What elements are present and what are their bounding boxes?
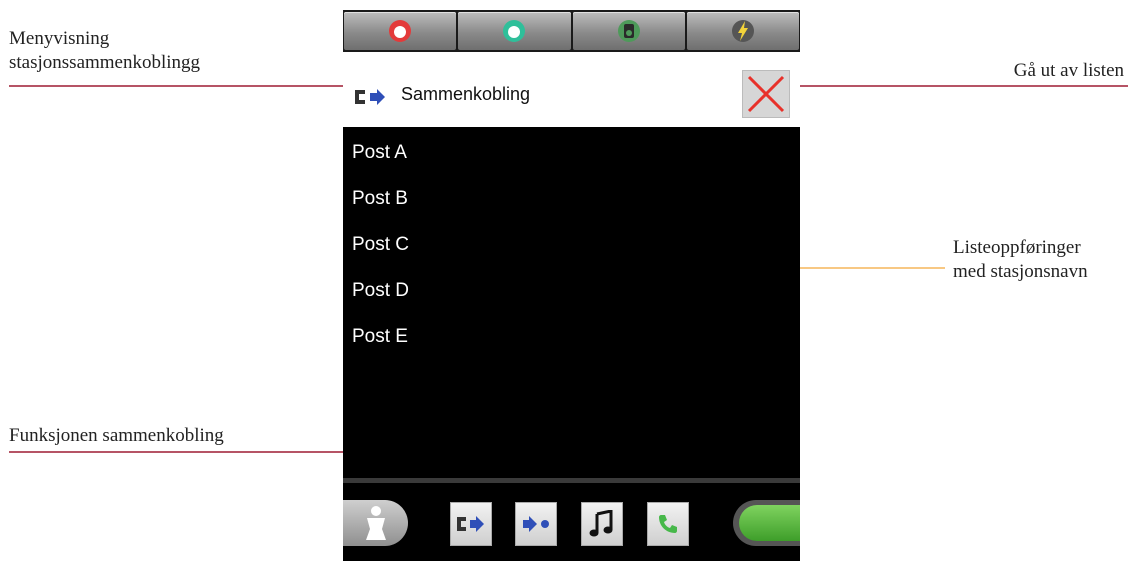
phone-icon bbox=[659, 515, 677, 533]
list-item[interactable]: Post E bbox=[343, 311, 800, 357]
close-icon bbox=[747, 75, 785, 113]
list-item[interactable]: Post A bbox=[343, 127, 800, 173]
menu-title: Sammenkobling bbox=[401, 84, 531, 104]
connect-icon bbox=[457, 516, 484, 532]
red-alarm-icon bbox=[389, 20, 412, 42]
bottom-toolbar bbox=[343, 483, 800, 561]
music-button[interactable] bbox=[581, 502, 623, 546]
tab-alarm[interactable] bbox=[344, 12, 457, 50]
list-item[interactable]: Post D bbox=[343, 265, 800, 311]
connect-icon bbox=[355, 89, 385, 105]
station-list: Post A Post B Post C Post D Post E bbox=[343, 127, 800, 357]
lightning-icon bbox=[731, 20, 754, 42]
top-tab-bar bbox=[343, 10, 800, 52]
green-status-icon bbox=[503, 20, 526, 42]
device-screen: Sammenkobling Post A Post B Post C Post … bbox=[343, 10, 800, 561]
close-button[interactable] bbox=[742, 70, 790, 118]
tab-status[interactable] bbox=[458, 12, 571, 50]
music-note-icon bbox=[589, 510, 613, 537]
green-status-pill[interactable] bbox=[733, 500, 800, 546]
menu-header: Sammenkobling bbox=[343, 52, 800, 127]
tab-speaker[interactable] bbox=[572, 12, 685, 50]
list-item[interactable]: Post C bbox=[343, 219, 800, 265]
tab-power[interactable] bbox=[686, 12, 799, 50]
speaker-icon bbox=[617, 20, 640, 42]
person-icon bbox=[366, 506, 386, 540]
connect-function-button[interactable] bbox=[450, 502, 492, 546]
phone-button[interactable] bbox=[647, 502, 689, 546]
list-item[interactable]: Post B bbox=[343, 173, 800, 219]
forward-button[interactable] bbox=[515, 502, 557, 546]
person-button[interactable] bbox=[343, 500, 408, 546]
forward-dot-icon bbox=[523, 516, 549, 532]
green-status-pill-fill bbox=[739, 505, 800, 541]
